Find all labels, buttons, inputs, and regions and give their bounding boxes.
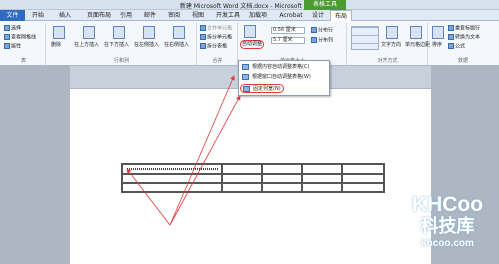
arrow-to-table (126, 168, 171, 226)
logo-brand: KHCoo (411, 193, 484, 216)
logo-cn: 科技库 (420, 216, 475, 237)
arrow-to-autofit (169, 75, 235, 226)
logo-url: khcoo.com (421, 238, 474, 249)
khcoo-logo: KHCoo 科技库 khcoo.com (396, 190, 499, 264)
arrow-to-fixed-width (169, 95, 241, 226)
